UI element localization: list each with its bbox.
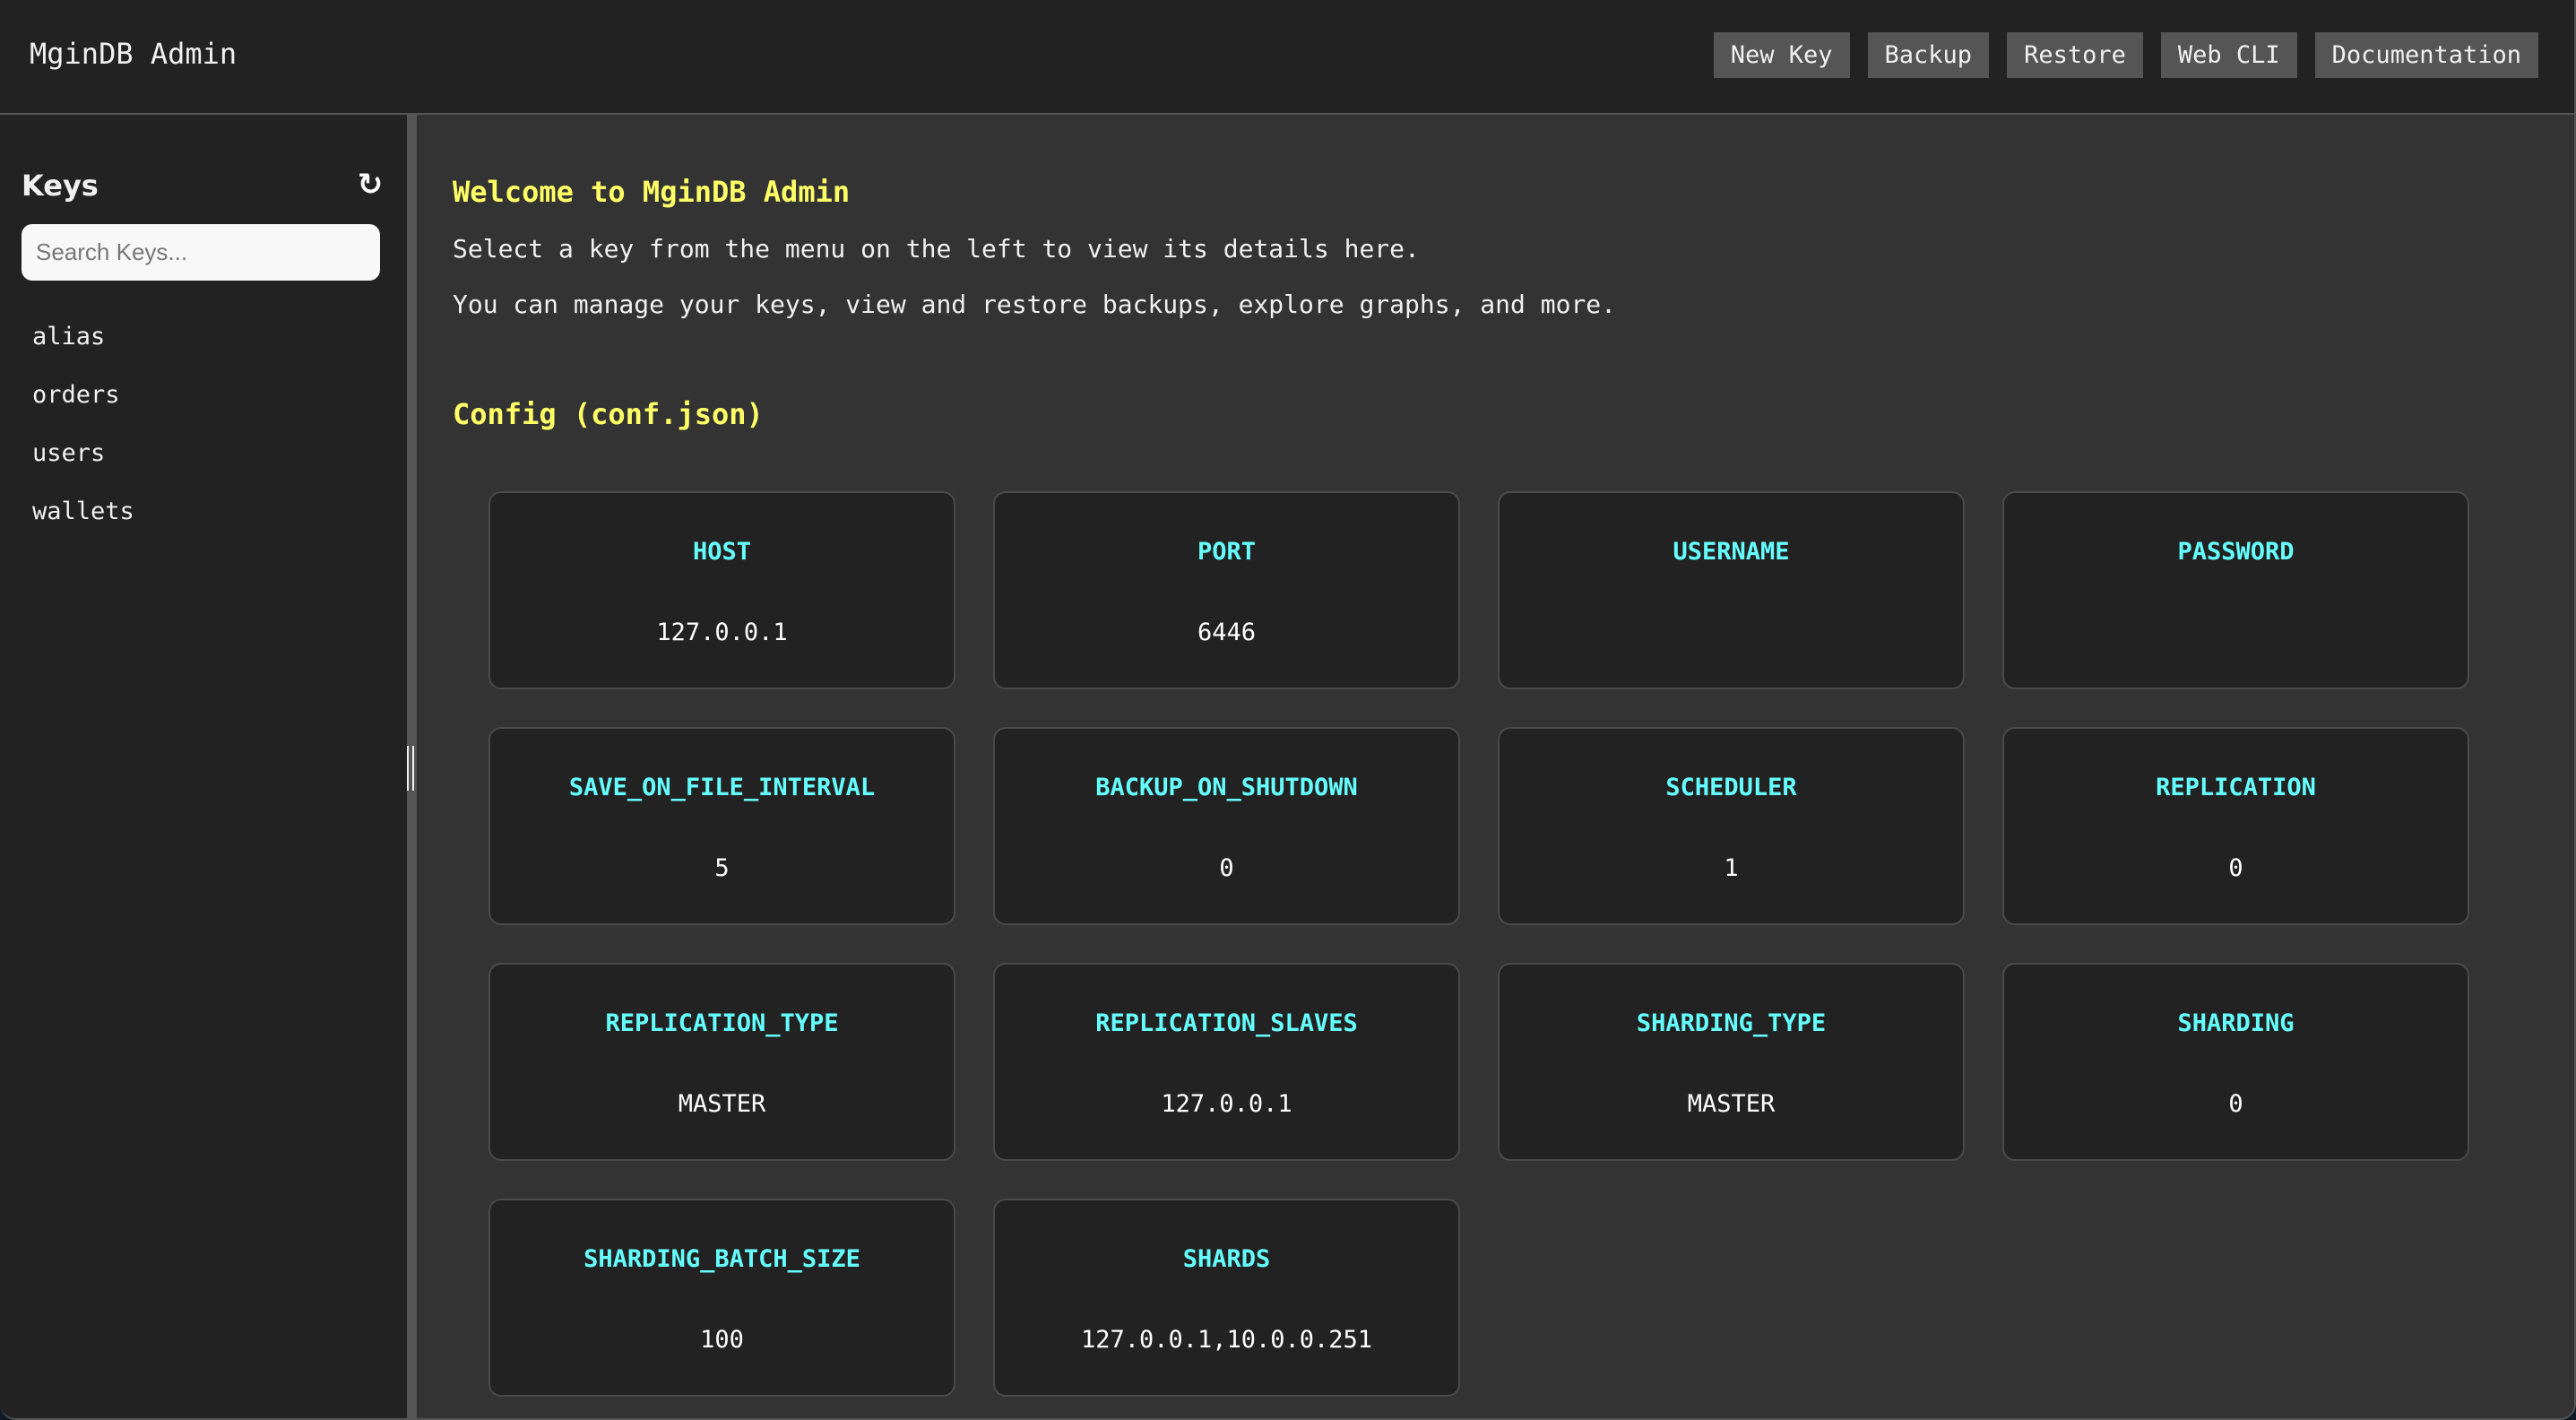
config-label: REPLICATION_TYPE bbox=[605, 1009, 839, 1037]
app-title: MginDB Admin bbox=[30, 37, 238, 71]
welcome-title: Welcome to MginDB Admin bbox=[453, 175, 851, 209]
search-keys-input[interactable] bbox=[22, 224, 380, 281]
backup-button[interactable]: Backup bbox=[1867, 32, 1990, 78]
config-card-replication-type: REPLICATION_TYPE MASTER bbox=[488, 963, 955, 1161]
config-card-host: HOST 127.0.0.1 bbox=[488, 491, 955, 689]
config-card-password: PASSWORD bbox=[2002, 491, 2469, 689]
key-list: alias orders users wallets bbox=[32, 307, 134, 541]
key-item-orders[interactable]: orders bbox=[32, 366, 134, 424]
config-value: MASTER bbox=[678, 1090, 766, 1118]
grip-line bbox=[407, 746, 409, 791]
config-card-username: USERNAME bbox=[1498, 491, 1965, 689]
config-title: Config (conf.json) bbox=[453, 397, 764, 431]
config-card-backup-on-shutdown: BACKUP_ON_SHUTDOWN 0 bbox=[993, 727, 1460, 925]
config-card-port: PORT 6446 bbox=[993, 491, 1460, 689]
key-item-users[interactable]: users bbox=[32, 424, 134, 482]
config-label: SCHEDULER bbox=[1665, 774, 1797, 801]
config-card-shards: SHARDS 127.0.0.1,10.0.0.251 bbox=[993, 1199, 1460, 1397]
documentation-button[interactable]: Documentation bbox=[2314, 32, 2538, 78]
config-label: USERNAME bbox=[1673, 538, 1790, 566]
config-card-sharding-batch-size: SHARDING_BATCH_SIZE 100 bbox=[488, 1199, 955, 1397]
intro-text-2: You can manage your keys, view and resto… bbox=[453, 290, 1617, 319]
top-header: MginDB Admin New Key Backup Restore Web … bbox=[0, 0, 2574, 115]
restore-button[interactable]: Restore bbox=[2007, 32, 2143, 78]
config-value: 0 bbox=[1219, 854, 1234, 882]
header-actions: New Key Backup Restore Web CLI Documenta… bbox=[1713, 32, 2538, 78]
config-value: 0 bbox=[2228, 854, 2243, 882]
intro-text: Select a key from the menu on the left t… bbox=[453, 234, 1420, 264]
config-value: 5 bbox=[714, 854, 730, 882]
config-card-replication-slaves: REPLICATION_SLAVES 127.0.0.1 bbox=[993, 963, 1460, 1161]
config-card-replication: REPLICATION 0 bbox=[2002, 727, 2469, 925]
new-key-button[interactable]: New Key bbox=[1713, 32, 1850, 78]
config-label: HOST bbox=[692, 538, 752, 566]
config-label: BACKUP_ON_SHUTDOWN bbox=[1095, 774, 1358, 801]
config-label: PASSWORD bbox=[2177, 538, 2295, 566]
sidebar-resize-handle[interactable] bbox=[407, 115, 417, 1418]
config-value: 100 bbox=[700, 1326, 744, 1354]
config-label: SHARDING_BATCH_SIZE bbox=[583, 1245, 860, 1273]
config-label: REPLICATION_SLAVES bbox=[1095, 1009, 1358, 1037]
config-card-sharding-type: SHARDING_TYPE MASTER bbox=[1498, 963, 1965, 1161]
key-item-wallets[interactable]: wallets bbox=[32, 482, 134, 541]
config-label: SAVE_ON_FILE_INTERVAL bbox=[568, 774, 876, 801]
web-cli-button[interactable]: Web CLI bbox=[2160, 32, 2297, 78]
keys-sidebar: Keys ↻ alias orders users wallets bbox=[0, 115, 407, 1418]
config-grid: HOST 127.0.0.1 PORT 6446 USERNAME PASSWO… bbox=[488, 491, 2469, 1397]
refresh-icon[interactable]: ↻ bbox=[355, 167, 385, 203]
grip-line bbox=[412, 746, 414, 791]
config-card-scheduler: SCHEDULER 1 bbox=[1498, 727, 1965, 925]
config-label: SHARDING_TYPE bbox=[1636, 1009, 1827, 1037]
key-item-alias[interactable]: alias bbox=[32, 307, 134, 366]
config-label: REPLICATION bbox=[2156, 774, 2316, 801]
config-label: SHARDS bbox=[1182, 1245, 1271, 1273]
keys-heading: Keys bbox=[22, 169, 99, 203]
config-value: 127.0.0.1 bbox=[656, 619, 788, 646]
config-label: PORT bbox=[1197, 538, 1257, 566]
config-value: 1 bbox=[1724, 854, 1739, 882]
config-value: 0 bbox=[2228, 1090, 2243, 1118]
config-value: 127.0.0.1,10.0.0.251 bbox=[1080, 1326, 1373, 1354]
config-label: SHARDING bbox=[2177, 1009, 2295, 1037]
config-card-sharding: SHARDING 0 bbox=[2002, 963, 2469, 1161]
config-value: MASTER bbox=[1687, 1090, 1776, 1118]
config-card-save-on-file-interval: SAVE_ON_FILE_INTERVAL 5 bbox=[488, 727, 955, 925]
main-content: Welcome to MginDB Admin Select a key fro… bbox=[417, 115, 2574, 1418]
config-value: 6446 bbox=[1197, 619, 1257, 646]
config-value: 127.0.0.1 bbox=[1161, 1090, 1292, 1118]
app-window: MginDB Admin New Key Backup Restore Web … bbox=[0, 0, 2576, 1420]
